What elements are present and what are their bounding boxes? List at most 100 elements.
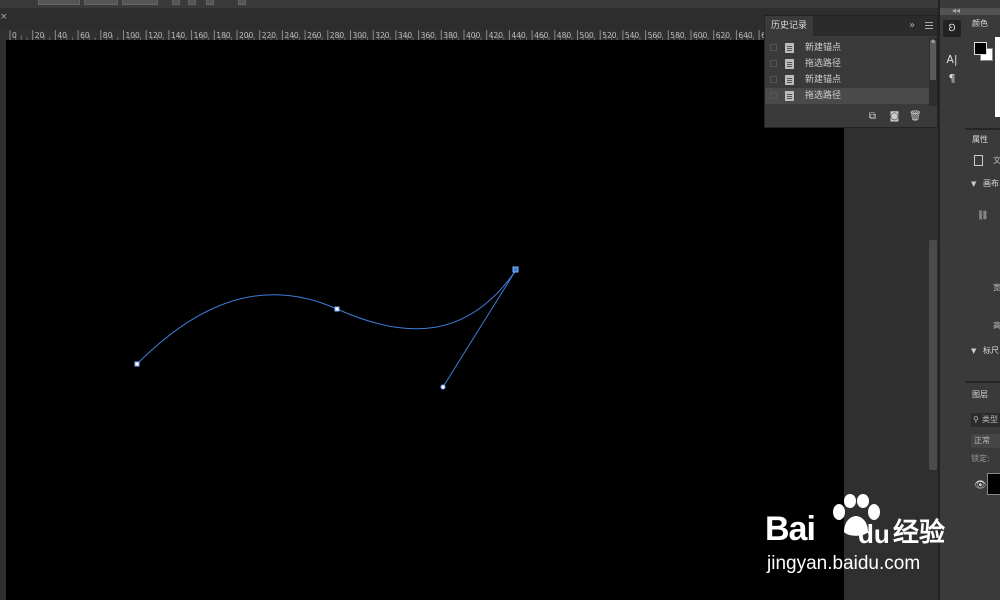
search-icon: ⚲ <box>973 415 979 424</box>
baidu-jingyan-watermark: Bai du 经验 jingyan.baidu.com <box>765 486 950 582</box>
height-label: 高 <box>993 321 1000 330</box>
document-canvas[interactable] <box>6 40 844 600</box>
ruler-label: 600 <box>693 31 708 40</box>
history-panel: 历史记录 » 新建锚点 拖选路径 新建锚点 拖选路径 ▲ ⧉ ◙ 🗑 <box>764 15 938 128</box>
foreground-color-swatch[interactable] <box>974 42 987 55</box>
canvas-section-title[interactable]: 画布 <box>983 179 999 189</box>
width-label: 宽 <box>993 283 1000 292</box>
link-icon[interactable]: ⛓ <box>977 211 988 221</box>
snapshot-source-checkbox[interactable] <box>770 44 777 51</box>
eye-visibility-icon[interactable]: 👁 <box>974 480 987 491</box>
history-state-icon <box>785 75 794 85</box>
panel-separator <box>965 128 1000 130</box>
options-button[interactable] <box>38 0 80 5</box>
options-button[interactable] <box>84 0 118 5</box>
ruler-label: 640 <box>738 31 753 40</box>
bezier-path[interactable] <box>136 269 517 365</box>
history-item-selected[interactable]: 拖选路径 <box>765 88 929 104</box>
collapse-panels-icon[interactable]: ◂◂ <box>952 7 966 15</box>
history-item[interactable]: 新建锚点 <box>765 40 929 56</box>
ruler-label: 140 <box>171 31 186 40</box>
ruler-label: 120 <box>148 31 163 40</box>
watermark-url: jingyan.baidu.com <box>767 553 921 574</box>
options-button[interactable] <box>238 0 246 5</box>
expand-panel-icon[interactable]: » <box>909 21 915 31</box>
layer-filter-search[interactable]: ⚲ 类型 <box>971 413 1000 427</box>
history-tab[interactable]: 历史记录 <box>765 16 814 36</box>
layer-filter-placeholder: 类型 <box>982 415 998 424</box>
options-button[interactable] <box>172 0 180 5</box>
ruler-label: 0 <box>12 31 17 40</box>
watermark-brand-du: du <box>858 519 890 549</box>
layers-panel-title[interactable]: 图层 <box>972 389 988 401</box>
snapshot-source-checkbox[interactable] <box>770 92 777 99</box>
options-bar <box>0 0 1000 8</box>
new-document-from-state-icon[interactable]: ⧉ <box>867 111 878 122</box>
camera-icon[interactable]: ◙ <box>889 111 900 122</box>
color-panel-title[interactable]: 颜色 <box>972 18 988 30</box>
ruler-ticks: 0 20 40 60 80 100 120 140 160 180 200 220 240 260 280 3… <box>9 30 764 40</box>
ruler-label: 340 <box>398 31 413 40</box>
right-dock: 颜色 属性 文 ▼ 画布 ⛓ 宽 高 ▼ 标尺 图层 ⚲ 类型 正常 锁定: 👁 <box>965 15 1000 600</box>
ruler-label: 540 <box>625 31 640 40</box>
paragraph-icon[interactable]: ¶ <box>945 72 959 86</box>
watermark-brand-bai: Bai <box>765 510 816 548</box>
options-button[interactable] <box>188 0 196 5</box>
ruler-label: 200 <box>239 31 254 40</box>
options-button[interactable] <box>206 0 214 5</box>
ruler-label: 240 <box>284 31 299 40</box>
ruler-label: 500 <box>580 31 595 40</box>
scrollbar-thumb[interactable] <box>929 240 937 470</box>
ruler-label: 520 <box>602 31 617 40</box>
history-scrollbar-thumb[interactable] <box>930 40 936 80</box>
direction-handle-point[interactable] <box>440 384 446 390</box>
panel-separator <box>965 381 1000 383</box>
ruler-label: 280 <box>330 31 345 40</box>
ruler-label: 580 <box>670 31 685 40</box>
history-footer: ⧉ ◙ 🗑 <box>765 108 937 127</box>
close-tab-icon[interactable]: × <box>0 12 8 22</box>
history-panel-header: 历史记录 » <box>765 16 937 36</box>
ruler-label: 180 <box>216 31 231 40</box>
chevron-down-icon[interactable]: ▼ <box>971 346 976 356</box>
character-panel-icon[interactable]: Ꞝ <box>943 20 961 37</box>
ruler-label: 460 <box>534 31 549 40</box>
horizontal-ruler[interactable]: 0 20 40 60 80 100 120 140 160 180 200 220 240 260 280 3… <box>6 30 764 40</box>
history-item-label: 拖选路径 <box>805 91 842 101</box>
layer-thumbnail[interactable] <box>987 473 1000 495</box>
history-state-icon <box>785 43 794 53</box>
ruler-label: 400 <box>466 31 481 40</box>
ruler-label: 440 <box>511 31 526 40</box>
text-tool-icon[interactable]: A| <box>945 53 959 67</box>
snapshot-source-checkbox[interactable] <box>770 76 777 83</box>
anchor-point-start[interactable] <box>134 361 140 367</box>
properties-panel-title[interactable]: 属性 <box>972 134 988 146</box>
ruler-label: 480 <box>557 31 572 40</box>
document-icon <box>974 155 983 166</box>
ruler-label: 100 <box>126 31 141 40</box>
blend-mode-select[interactable]: 正常 <box>971 434 1000 448</box>
anchor-point-middle[interactable] <box>334 306 340 312</box>
ruler-label: 380 <box>443 31 458 40</box>
scroll-up-arrow-icon[interactable]: ▲ <box>930 38 936 44</box>
trash-icon[interactable]: 🗑 <box>909 111 922 122</box>
ruler-label: 300 <box>353 31 368 40</box>
color-spectrum[interactable] <box>995 37 1000 117</box>
ruler-label: 160 <box>194 31 209 40</box>
anchor-point-end[interactable] <box>512 266 519 273</box>
direction-handle-line <box>442 269 517 388</box>
history-item[interactable]: 新建锚点 <box>765 72 929 88</box>
chevron-down-icon[interactable]: ▼ <box>971 179 976 189</box>
panel-menu-icon[interactable] <box>925 22 933 30</box>
ruler-label: 560 <box>648 31 663 40</box>
ruler-label: 20 <box>35 31 45 40</box>
history-item-label: 新建锚点 <box>805 75 842 85</box>
snapshot-source-checkbox[interactable] <box>770 60 777 67</box>
ruler-label: 260 <box>307 31 322 40</box>
options-button[interactable] <box>122 0 158 5</box>
watermark-brand-jingyan: 经验 <box>893 518 946 548</box>
history-state-icon <box>785 59 794 69</box>
history-item[interactable]: 拖选路径 <box>765 56 929 72</box>
rulers-section-title[interactable]: 标尺 <box>983 346 999 356</box>
ruler-label: 420 <box>489 31 504 40</box>
